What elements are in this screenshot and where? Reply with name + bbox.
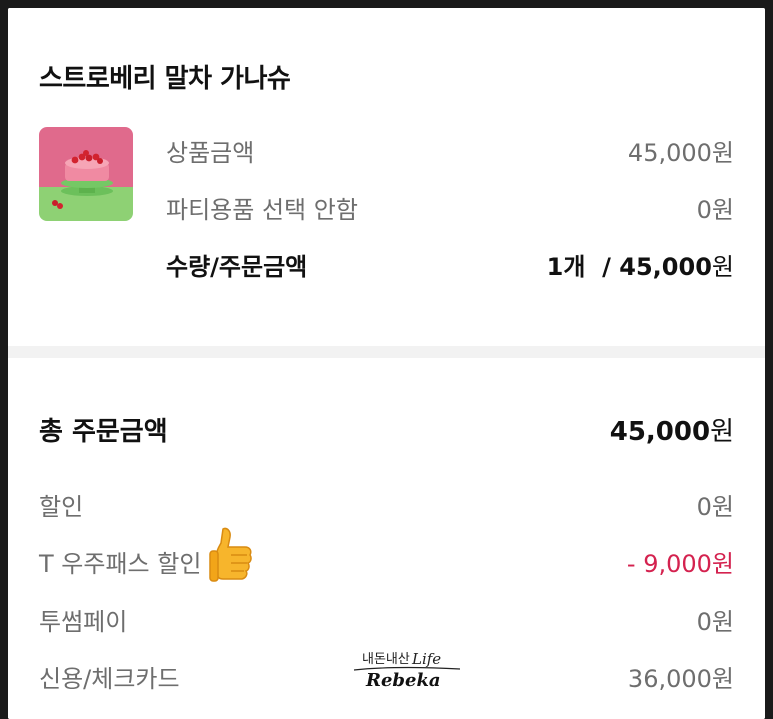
thumbs-up-icon [209,525,253,585]
tpass-discount-label: T 우주패스 할인 [39,549,202,578]
tpass-discount-unit: 원 [711,549,734,578]
party-option-unit: 원 [711,195,734,224]
total-order-unit: 원 [710,416,734,447]
order-summary-screen: 스트로베리 말차 가나슈 상품금액 45,000원 파티용품 선택 안함 0원 … [8,8,765,719]
total-order-value: 45,000 [609,416,711,447]
order-amount-unit: 원 [711,252,734,281]
tpass-discount-row: T 우주패스 할인 - 9,000원 [39,527,734,582]
qty-order-label: 수량/주문금액 [166,252,308,281]
party-option-label: 파티용품 선택 안함 [166,195,358,224]
qty-separator: / [602,252,611,281]
party-option-value: 0 [696,195,712,224]
discount-row: 할인 0원 [39,487,734,521]
twosome-pay-label: 투썸페이 [39,607,128,636]
watermark-main-text: Rebeka [366,670,441,691]
price-value: 45,000 [627,138,712,167]
twosome-pay-row: 투썸페이 0원 [39,602,734,636]
price-row: 상품금액 45,000원 [166,133,734,167]
tpass-discount-value-group: - 9,000원 [627,544,734,579]
watermark-top-text: 내돈내산 [362,652,410,667]
product-title: 스트로베리 말차 가나슈 [39,64,291,94]
card-payment-value-group: 36,000원 [628,659,734,694]
card-payment-value: 36,000 [627,664,712,693]
discount-label: 할인 [39,492,84,521]
blog-watermark: 내돈내산 Life Rebeka [352,648,464,700]
order-amount-value: 45,000 [619,252,712,281]
qty-order-row: 수량/주문금액 1개 / 45,000원 [166,247,734,281]
discount-value: 0 [696,492,712,521]
total-order-label: 총 주문금액 [39,416,168,447]
twosome-pay-unit: 원 [711,607,734,636]
section-divider [8,346,765,358]
discount-unit: 원 [711,492,734,521]
party-option-row: 파티용품 선택 안함 0원 [166,190,734,224]
card-payment-unit: 원 [711,664,734,693]
party-option-value-group: 0원 [697,190,734,225]
tpass-label-group: T 우주패스 할인 [39,527,253,591]
discount-value-group: 0원 [697,487,734,522]
total-order-value-group: 45,000원 [610,411,734,448]
product-card: 스트로베리 말차 가나슈 상품금액 45,000원 파티용품 선택 안함 0원 … [8,8,765,346]
price-unit: 원 [711,138,734,167]
card-payment-label: 신용/체크카드 [39,664,180,693]
qty-order-value-group: 1개 / 45,000원 [547,247,734,282]
tpass-discount-value: - 9,000 [626,549,712,578]
twosome-pay-value: 0 [696,607,712,636]
twosome-pay-value-group: 0원 [697,602,734,637]
price-label: 상품금액 [166,138,255,167]
price-value-group: 45,000원 [628,133,734,168]
total-order-row: 총 주문금액 45,000원 [39,411,734,448]
product-thumbnail [39,127,133,221]
qty-value: 1개 [546,252,586,281]
